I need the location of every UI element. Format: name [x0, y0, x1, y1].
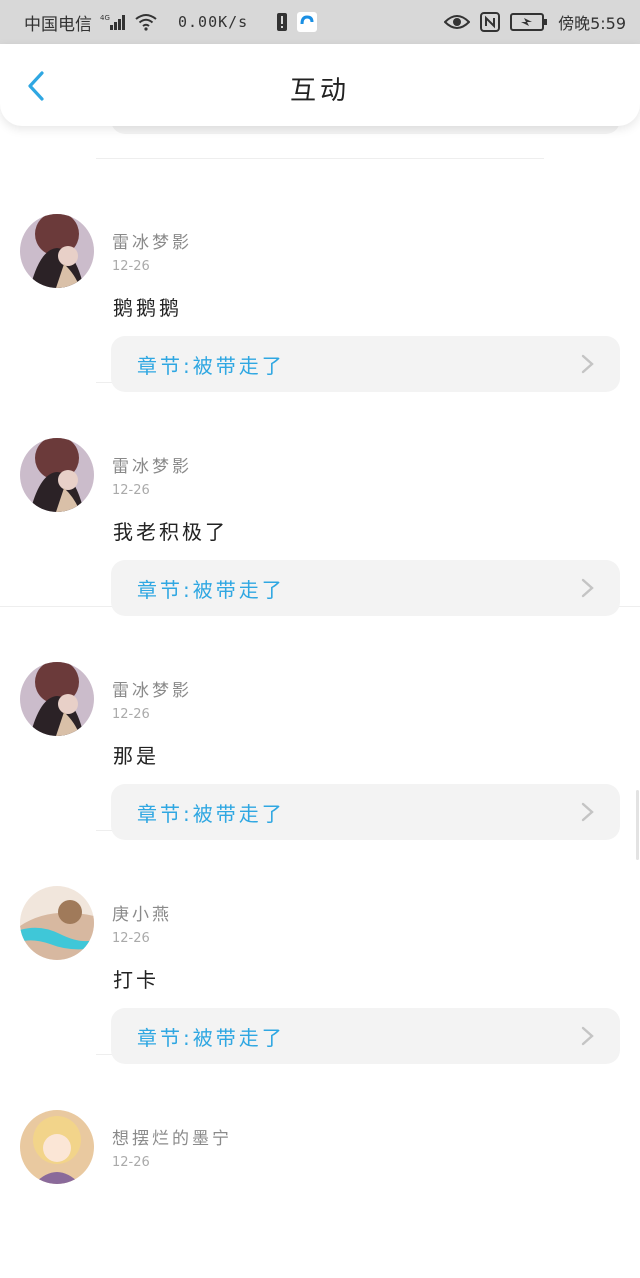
list-item: 想摆烂的墨宁 12-26: [0, 1055, 640, 1278]
chapter-label: 章节:被带走了: [137, 1025, 285, 1050]
app-header: 互动: [0, 44, 640, 126]
comment-text: 我老积极了: [113, 520, 228, 544]
carrier-label: 中国电信: [24, 14, 92, 35]
avatar[interactable]: [20, 662, 94, 736]
comment-date: 12-26: [112, 707, 150, 722]
chevron-right-icon: [581, 354, 594, 374]
list-item: 雷冰梦影 12-26 那是 章节:被带走了: [0, 607, 640, 840]
comment-text: 打卡: [113, 968, 159, 992]
username[interactable]: 想摆烂的墨宁: [112, 1124, 232, 1149]
list-item: 雷冰梦影 12-26 鹅鹅鹅 章节:被带走了: [0, 159, 640, 392]
eye-icon: [444, 13, 471, 31]
signal-icon: 4G: [100, 13, 126, 31]
scrollbar[interactable]: [636, 790, 639, 860]
app-notification-icon: [296, 11, 318, 33]
chevron-right-icon: [581, 802, 594, 822]
battery-icon: [510, 12, 548, 32]
wifi-icon: [134, 13, 158, 31]
comment-date: 12-26: [112, 483, 150, 498]
svg-text:4G: 4G: [100, 14, 110, 22]
chapter-label: 章节:被带走了: [137, 353, 285, 378]
avatar[interactable]: [20, 438, 94, 512]
page-title: 互动: [289, 76, 350, 106]
chapter-label: 章节:被带走了: [137, 577, 285, 602]
clock: 傍晚5:59: [558, 14, 626, 33]
list-item: 庚小燕 12-26 打卡 章节:被带走了: [0, 831, 640, 1064]
comment-date: 12-26: [112, 259, 150, 274]
interaction-list: 雷冰梦影 12-26 鹅鹅鹅 章节:被带走了 雷冰梦影 12-26 我老积极了 …: [0, 126, 640, 1278]
username[interactable]: 雷冰梦影: [112, 452, 192, 477]
comment-text: 鹅鹅鹅: [113, 296, 182, 320]
comment-date: 12-26: [112, 1155, 150, 1170]
comment-text: 那是: [113, 744, 159, 768]
status-bar: 中国电信 4G 0.00K/s 傍晚5:59: [0, 0, 640, 44]
chevron-right-icon: [581, 1026, 594, 1046]
username[interactable]: 庚小燕: [112, 900, 172, 925]
list-item: 雷冰梦影 12-26 我老积极了 章节:被带走了: [0, 383, 640, 616]
alert-icon: [276, 12, 288, 32]
network-speed: 0.00K/s: [178, 13, 249, 31]
avatar[interactable]: [20, 886, 94, 960]
nfc-icon: [480, 12, 501, 32]
avatar[interactable]: [20, 1110, 94, 1184]
chevron-right-icon: [581, 578, 594, 598]
comment-date: 12-26: [112, 931, 150, 946]
avatar[interactable]: [20, 214, 94, 288]
username[interactable]: 雷冰梦影: [112, 676, 192, 701]
chapter-label: 章节:被带走了: [137, 801, 285, 826]
username[interactable]: 雷冰梦影: [112, 228, 192, 253]
